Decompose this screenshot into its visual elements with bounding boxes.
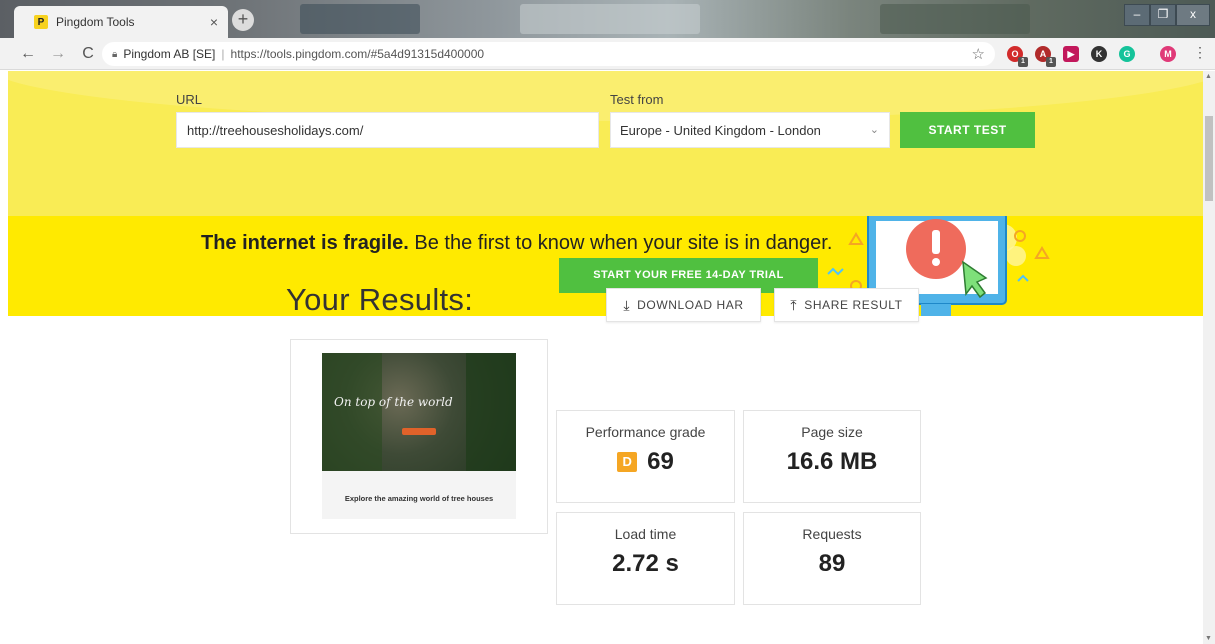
lock-icon: 🔒︎ [112,48,118,60]
load-time-value: 2.72 s [612,550,679,577]
screencast-ext-icon[interactable]: ▶ [1063,46,1079,62]
share-result-button[interactable]: ⤒ SHARE RESULT [774,288,919,322]
grammarly-ext-icon[interactable]: G [1119,46,1135,62]
grade-letter-badge: D [617,452,638,472]
k-ext-icon[interactable]: K [1091,46,1107,62]
test-location-value: Europe - United Kingdom - London [620,123,821,138]
reload-icon[interactable]: C [76,45,100,63]
bookmark-star-icon[interactable]: ☆ [972,45,985,63]
promo-headline-rest: Be the first to know when your site is i… [408,232,833,254]
foliage-left [322,353,382,471]
site-screenshot-card: On top of the world Explore the amazing … [290,339,548,534]
address-bar[interactable]: 🔒︎ Pingdom AB [SE] | https://tools.pingd… [102,42,995,66]
abp-ext-icon[interactable]: A1 [1035,46,1056,67]
background-decoration [880,4,1030,34]
page-content: URL http://treehousesholidays.com/ Test … [0,71,1203,644]
browser-tab[interactable]: P Pingdom Tools × [14,6,228,38]
download-har-button[interactable]: ⤓ DOWNLOAD HAR [606,288,761,322]
screenshot-script-text: On top of the world [334,395,453,409]
site-identity: Pingdom AB [SE] [123,47,216,61]
browser-toolbar: ← → C 🔒︎ Pingdom AB [SE] | https://tools… [0,38,1215,70]
test-from-label: Test from [610,92,664,107]
address-url: https://tools.pingdom.com/#5a4d91315d400… [230,47,485,61]
site-screenshot: On top of the world Explore the amazing … [322,353,516,519]
browser-menu-icon[interactable]: ⋮ [1193,44,1207,61]
share-result-label: SHARE RESULT [804,298,903,312]
test-location-select[interactable]: Europe - United Kingdom - London ⌄ [610,112,890,148]
promo-headline: The internet is fragile. Be the first to… [201,232,832,255]
page-scrollbar[interactable]: ▲ ▼ [1203,71,1215,644]
minimize-window-button[interactable]: – [1124,4,1150,26]
back-arrow-icon[interactable]: ← [16,45,40,63]
forward-arrow-icon[interactable]: → [46,45,70,63]
results-title: Your Results: [286,282,474,317]
url-input[interactable]: http://treehousesholidays.com/ [176,112,599,148]
load-time-label: Load time [614,526,677,542]
screenshot-tagline: Explore the amazing world of tree houses [344,494,494,503]
foliage-right [466,353,516,471]
new-tab-button[interactable]: + [232,9,254,31]
chevron-down-icon: ⌄ [869,124,879,136]
address-separator: | [221,47,225,61]
background-decoration [300,4,420,34]
scroll-up-arrow-icon[interactable]: ▲ [1205,73,1212,80]
performance-score: 69 [647,448,674,475]
tab-strip: P Pingdom Tools × + – ❐ x [0,0,1215,38]
requests-value: 89 [818,550,846,577]
url-label: URL [176,92,203,107]
close-window-button[interactable]: x [1176,4,1210,26]
page-size-card: Page size 16.6 MB [743,410,921,503]
requests-card: Requests 89 [743,512,921,605]
tab-title: Pingdom Tools [56,15,135,29]
page-size-label: Page size [801,424,863,440]
performance-grade-card: Performance grade D 69 [556,410,735,503]
restore-window-button[interactable]: ❐ [1150,4,1176,26]
test-form-section: URL http://treehousesholidays.com/ Test … [8,71,1203,216]
start-test-button[interactable]: START TEST [900,112,1035,148]
scroll-down-arrow-icon[interactable]: ▼ [1205,635,1212,642]
download-har-label: DOWNLOAD HAR [637,298,744,312]
download-icon: ⤓ [623,296,631,313]
share-icon: ⤒ [790,296,798,313]
screenshot-hero-image [322,353,516,471]
opera-ext-icon[interactable]: O1 [1007,46,1028,67]
close-tab-icon[interactable]: × [210,14,218,30]
performance-grade-label: Performance grade [585,424,706,440]
screenshot-cta [402,428,436,435]
load-time-card: Load time 2.72 s [556,512,735,605]
promo-headline-bold: The internet is fragile. [201,232,409,254]
profile-avatar[interactable]: M [1160,46,1176,62]
pingdom-favicon-icon: P [34,15,48,29]
performance-grade-value: D 69 [557,448,734,476]
requests-label: Requests [802,526,862,542]
scrollbar-thumb[interactable] [1205,116,1213,201]
page-size-value: 16.6 MB [786,448,878,475]
background-decoration [520,4,700,34]
